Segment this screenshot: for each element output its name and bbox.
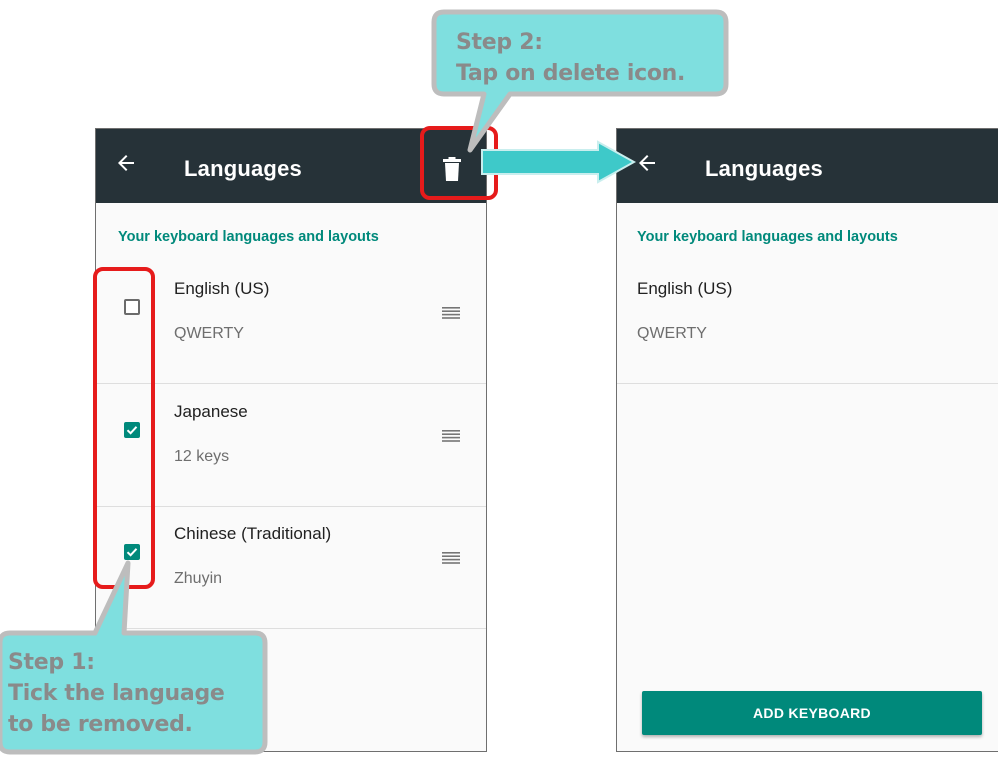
step1-title: Step 1: <box>8 650 95 675</box>
annotation-layer <box>0 9 729 755</box>
step1-instruction-1: Tick the language <box>8 681 225 706</box>
step1-callout: Step 1: Tick the language to be removed. <box>8 647 225 740</box>
step2-title: Step 2: <box>456 30 543 55</box>
step1-instruction-2: to be removed. <box>8 712 193 737</box>
step2-instruction: Tap on delete icon. <box>456 61 686 86</box>
step2-callout: Step 2: Tap on delete icon. <box>456 27 685 89</box>
transition-arrow <box>481 140 637 184</box>
